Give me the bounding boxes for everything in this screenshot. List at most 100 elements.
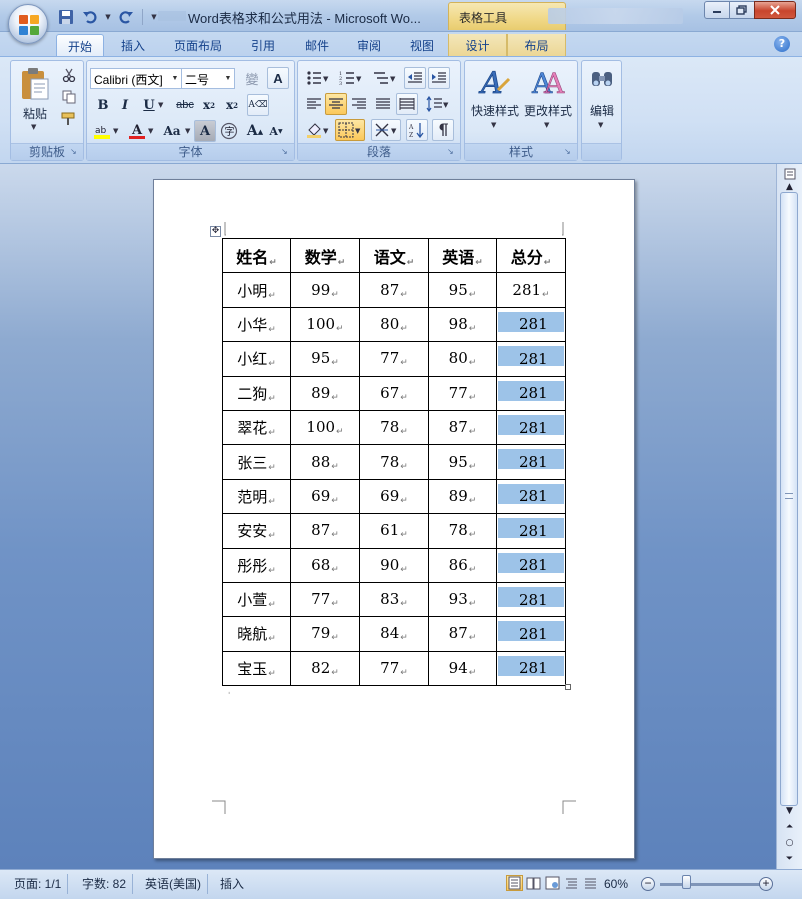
table-cell[interactable]: 张三↵ xyxy=(222,444,291,480)
font-launcher-icon[interactable]: ↘ xyxy=(281,147,291,157)
table-cell[interactable]: 100↵ xyxy=(290,306,360,343)
insert-mode[interactable]: 插入 xyxy=(214,874,250,894)
language-indicator[interactable]: 英语(美国) xyxy=(139,874,208,894)
align-right-icon[interactable] xyxy=(348,93,370,115)
change-styles-button[interactable]: A A 更改样式 ▼ xyxy=(521,64,575,136)
print-layout-view-icon[interactable] xyxy=(506,875,523,891)
table-cell[interactable]: 281 xyxy=(496,375,566,411)
table-cell[interactable]: 80↵ xyxy=(428,341,497,377)
select-browse-object-icon[interactable]: ○ xyxy=(781,836,798,851)
header-cell[interactable]: 语文↵ xyxy=(359,237,429,274)
zoom-slider-track[interactable] xyxy=(660,883,760,886)
table-cell[interactable]: 82↵ xyxy=(290,650,360,687)
undo-icon[interactable] xyxy=(80,7,100,27)
grow-font-icon[interactable]: A ▲ xyxy=(244,120,266,142)
document-page[interactable]: ✥ 姓名↵ 数学↵ 语文↵ 英语↵ 总分↵ 小明↵ 99↵ 87↵ 95↵ 281↵ 小华… xyxy=(153,179,635,859)
tab-page-layout[interactable]: 页面布局 xyxy=(166,34,230,56)
table-cell[interactable]: 281 xyxy=(496,547,566,583)
table-cell[interactable]: 83↵ xyxy=(359,581,429,618)
table-cell[interactable]: 69↵ xyxy=(359,478,429,515)
table-cell[interactable]: 小明↵ xyxy=(222,272,291,308)
multilevel-list-icon[interactable]: ▼ xyxy=(370,67,400,89)
table-cell[interactable]: 87↵ xyxy=(290,513,360,549)
paste-button[interactable]: 粘贴 ▼ xyxy=(17,65,53,135)
copy-icon[interactable] xyxy=(58,86,80,108)
table-cell[interactable]: 宝玉↵ xyxy=(222,650,291,687)
table-cell[interactable]: 78↵ xyxy=(359,444,429,480)
table-cell[interactable]: 281 xyxy=(496,341,566,377)
next-page-icon[interactable]: ⏷ xyxy=(781,852,798,867)
bullets-icon[interactable]: ▼ xyxy=(303,67,333,89)
tab-mailings[interactable]: 邮件 xyxy=(296,34,338,56)
minimize-button[interactable] xyxy=(704,1,730,19)
align-center-icon[interactable] xyxy=(325,93,347,115)
draft-view-icon[interactable] xyxy=(582,875,599,891)
borders-icon[interactable]: ▼ xyxy=(335,119,365,141)
subscript-icon[interactable]: x2 xyxy=(198,94,220,116)
table-cell[interactable]: 77↵ xyxy=(359,341,429,377)
scroll-thumb[interactable] xyxy=(780,192,798,806)
table-cell[interactable]: 95↵ xyxy=(290,341,360,377)
increase-indent-icon[interactable] xyxy=(428,67,450,89)
tab-layout[interactable]: 布局 xyxy=(507,34,566,56)
table-cell[interactable]: 84↵ xyxy=(359,616,429,652)
save-icon[interactable] xyxy=(56,7,76,27)
header-cell[interactable]: 总分↵ xyxy=(496,237,566,274)
zoom-in-icon[interactable]: + xyxy=(759,877,773,891)
word-count[interactable]: 字数: 82 xyxy=(76,874,134,894)
shrink-font-icon[interactable]: A ▼ xyxy=(265,120,287,142)
table-cell[interactable]: 281 xyxy=(496,478,566,515)
table-cell[interactable]: 二狗↵ xyxy=(222,375,291,411)
table-cell[interactable]: 范明↵ xyxy=(222,478,291,515)
table-resize-handle[interactable] xyxy=(565,684,571,690)
table-cell[interactable]: 79↵ xyxy=(290,616,360,652)
table-cell[interactable]: 77↵ xyxy=(359,650,429,687)
quick-styles-button[interactable]: A 快速样式 ▼ xyxy=(469,64,521,136)
table-cell[interactable]: 翠花↵ xyxy=(222,409,291,446)
table-cell[interactable]: 281 xyxy=(496,444,566,480)
table-cell[interactable]: 90↵ xyxy=(359,547,429,583)
table-cell[interactable]: 281 xyxy=(496,306,566,343)
change-case-icon[interactable]: Aa xyxy=(159,120,185,142)
shading-icon[interactable]: ▼ xyxy=(303,119,333,141)
font-size-combo[interactable]: 二号 ▼ xyxy=(181,68,235,89)
phonetic-guide-icon[interactable]: 變 xyxy=(239,67,265,89)
tab-insert[interactable]: 插入 xyxy=(112,34,154,56)
tab-view[interactable]: 视图 xyxy=(401,34,443,56)
table-cell[interactable]: 100↵ xyxy=(290,409,360,446)
underline-dropdown-icon[interactable]: ▼ xyxy=(158,101,163,109)
styles-launcher-icon[interactable]: ↘ xyxy=(564,147,574,157)
redo-icon[interactable] xyxy=(116,7,136,27)
table-cell[interactable]: 87↵ xyxy=(359,272,429,308)
table-cell[interactable]: 88↵ xyxy=(290,444,360,480)
table-cell[interactable]: 77↵ xyxy=(290,581,360,618)
table-cell[interactable]: 89↵ xyxy=(290,375,360,411)
table-cell[interactable]: 69↵ xyxy=(290,478,360,515)
table-move-handle-icon[interactable]: ✥ xyxy=(210,226,221,237)
table-cell[interactable]: 94↵ xyxy=(428,650,497,687)
score-table[interactable]: 姓名↵ 数学↵ 语文↵ 英语↵ 总分↵ 小明↵ 99↵ 87↵ 95↵ 281↵ 小华↵ 1… xyxy=(222,237,566,687)
change-case-dropdown-icon[interactable]: ▼ xyxy=(185,127,190,135)
close-button[interactable] xyxy=(754,1,796,19)
table-cell[interactable]: 安安↵ xyxy=(222,513,291,549)
table-cell[interactable]: 67↵ xyxy=(359,375,429,411)
header-cell[interactable]: 姓名↵ xyxy=(222,237,291,274)
decrease-indent-icon[interactable] xyxy=(404,67,426,89)
table-cell[interactable]: 281 xyxy=(496,650,566,687)
tab-review[interactable]: 审阅 xyxy=(348,34,390,56)
font-name-dropdown-icon[interactable]: ▼ xyxy=(169,69,181,88)
enclose-characters-icon[interactable]: 字 xyxy=(218,120,240,142)
table-cell[interactable]: 95↵ xyxy=(428,272,497,308)
table-cell[interactable]: 99↵ xyxy=(290,272,360,308)
scroll-down-icon[interactable]: ▼ xyxy=(781,804,798,819)
underline-icon[interactable]: U xyxy=(138,94,160,116)
help-icon[interactable]: ? xyxy=(774,36,790,52)
page-indicator[interactable]: 页面: 1/1 xyxy=(8,874,69,894)
zoom-level[interactable]: 60% xyxy=(604,874,628,894)
tab-references[interactable]: 引用 xyxy=(242,34,284,56)
sort-icon[interactable]: AZ xyxy=(406,119,428,141)
table-cell[interactable]: 61↵ xyxy=(359,513,429,549)
table-cell[interactable]: 77↵ xyxy=(428,375,497,411)
table-cell[interactable]: 93↵ xyxy=(428,581,497,618)
highlight-dropdown-icon[interactable]: ▼ xyxy=(113,127,118,135)
